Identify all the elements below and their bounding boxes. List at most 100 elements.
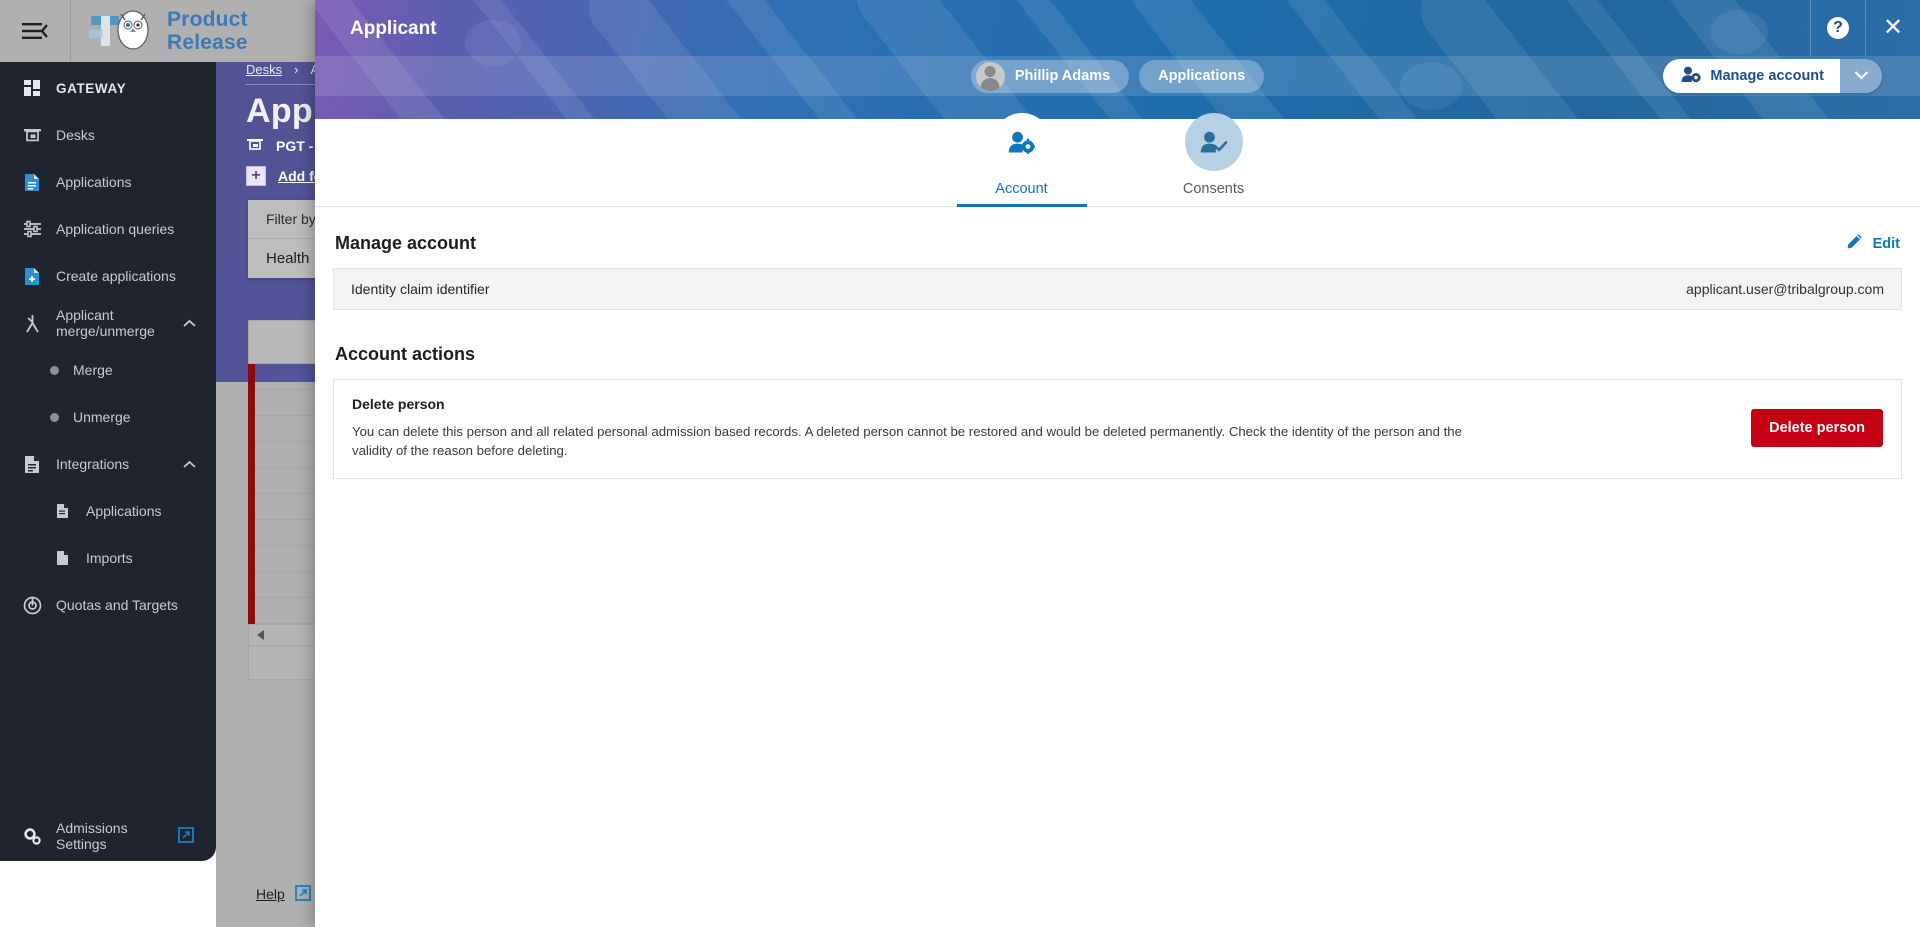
modal-header-actions: ? ✕ — [1810, 0, 1920, 56]
user-check-icon — [1184, 113, 1243, 171]
desk-subtitle: PGT - F — [246, 136, 326, 155]
sidebar-item-label: Applications — [56, 174, 132, 190]
help-button[interactable]: ? — [1810, 0, 1865, 56]
row-flag — [248, 519, 255, 546]
close-button[interactable]: ✕ — [1865, 0, 1920, 56]
person-chip[interactable]: Phillip Adams — [970, 59, 1130, 93]
brand-logo[interactable]: Product Release — [71, 6, 248, 56]
merge-icon — [22, 313, 42, 333]
desk-icon — [22, 125, 42, 145]
sidebar-item-desks[interactable]: Desks — [0, 119, 216, 151]
sidebar-item-label: Application queries — [56, 221, 175, 237]
tab-account[interactable]: Account — [956, 113, 1087, 207]
sidebar-item-imports[interactable]: Imports — [0, 542, 216, 574]
filters-icon — [22, 219, 42, 239]
tab-consents-label: Consents — [1182, 181, 1245, 197]
document-icon — [22, 172, 42, 192]
manage-account-button[interactable]: Manage account — [1663, 59, 1840, 93]
bullet-dot-icon — [50, 412, 59, 422]
sidebar-item-gateway[interactable]: GATEWAY — [0, 72, 216, 104]
manage-account-dropdown-toggle[interactable] — [1840, 59, 1882, 93]
sidebar-item-applications[interactable]: Applications — [0, 166, 216, 198]
manage-account-label: Manage account — [1710, 68, 1824, 84]
sidebar-item-integrations-applications[interactable]: Applications — [0, 495, 216, 527]
brand-line-2: Release — [167, 31, 248, 54]
row-flag — [248, 493, 255, 520]
modal-body: Manage account Edit Identity claim ident… — [315, 207, 1920, 927]
delete-person-description: You can delete this person and all relat… — [352, 424, 1462, 458]
sidebar-item-application-queries[interactable]: Application queries — [0, 213, 216, 245]
sidebar-item-applicant-merge-unmerge[interactable]: Applicant merge/unmerge — [0, 307, 216, 339]
sidebar-item-label: Merge — [73, 362, 113, 378]
brand-name: Product Release — [167, 8, 248, 54]
sidebar: GATEWAY Desks Applications Application q… — [0, 62, 216, 861]
delete-person-card: Delete person You can delete this person… — [333, 379, 1902, 480]
help-link[interactable]: Help — [256, 884, 311, 904]
breadcrumb-separator: › — [294, 62, 299, 77]
manage-account-split-button[interactable]: Manage account — [1663, 59, 1882, 93]
sidebar-item-admissions-settings[interactable]: Admissions Settings — [0, 811, 216, 861]
manage-account-header: Manage account Edit — [315, 207, 1920, 268]
applications-chip-label: Applications — [1158, 68, 1246, 84]
account-actions-header: Account actions — [315, 310, 1920, 379]
sidebar-item-quotas-and-targets[interactable]: Quotas and Targets — [0, 589, 216, 621]
avatar — [975, 61, 1005, 91]
help-circle-icon: ? — [1827, 17, 1849, 39]
modal-title: Applicant — [350, 18, 437, 39]
tab-account-label: Account — [995, 181, 1048, 197]
sidebar-item-unmerge[interactable]: Unmerge — [0, 401, 216, 433]
row-flag — [248, 363, 255, 390]
gears-icon — [22, 826, 42, 846]
section-title-account-actions: Account actions — [335, 344, 476, 364]
document-plus-icon — [22, 266, 42, 286]
add-folder-action[interactable]: + Add fo — [246, 166, 322, 186]
sidebar-item-label: Integrations — [56, 456, 130, 472]
applicant-modal: Applicant ? ✕ Phillip Adams Applications… — [315, 0, 1920, 927]
modal-header: Applicant ? ✕ Phillip Adams Applications… — [315, 0, 1920, 119]
identity-claim-label: Identity claim identifier — [351, 281, 490, 297]
sidebar-item-label: Admissions Settings — [56, 820, 128, 852]
sidebar-item-integrations[interactable]: Integrations — [0, 448, 216, 480]
sidebar-item-label: Desks — [56, 127, 95, 143]
row-flag — [248, 441, 255, 468]
document-blank-icon — [52, 548, 72, 568]
pencil-icon — [1846, 233, 1863, 254]
sidebar-item-label: Imports — [86, 550, 133, 566]
owl-logo-icon — [85, 6, 157, 56]
row-flag — [248, 389, 255, 416]
hamburger-collapse-icon[interactable] — [0, 0, 70, 62]
brand-line-1: Product — [167, 8, 248, 31]
identity-claim-row: Identity claim identifier applicant.user… — [333, 268, 1902, 310]
edit-button[interactable]: Edit — [1846, 233, 1900, 254]
sidebar-footer: Admissions Settings — [0, 811, 216, 861]
scroll-left-icon[interactable] — [257, 630, 264, 640]
external-link-icon — [178, 826, 194, 846]
modal-tabs: Account Consents — [315, 113, 1920, 207]
sidebar-item-label: Quotas and Targets — [56, 597, 178, 613]
user-gear-icon — [1681, 66, 1701, 87]
breadcrumb-desks[interactable]: Desks — [246, 62, 282, 77]
chevron-up-icon — [183, 315, 196, 331]
sidebar-item-merge[interactable]: Merge — [0, 354, 216, 386]
applications-chip[interactable]: Applications — [1139, 59, 1265, 93]
close-icon: ✕ — [1882, 14, 1904, 41]
delete-person-button[interactable]: Delete person — [1751, 409, 1883, 448]
row-flag — [248, 597, 255, 624]
user-gear-icon — [992, 113, 1051, 171]
bullet-dot-icon — [50, 365, 59, 375]
help-label: Help — [256, 886, 285, 902]
target-icon — [22, 595, 42, 615]
delete-person-title: Delete person — [352, 396, 445, 412]
sidebar-item-label: Unmerge — [73, 409, 131, 425]
desk-icon — [246, 136, 264, 155]
person-chip-label: Phillip Adams — [1014, 68, 1111, 84]
row-flag — [248, 545, 255, 572]
sidebar-item-label: Applications — [86, 503, 162, 519]
tab-consents[interactable]: Consents — [1149, 113, 1279, 207]
plus-icon: + — [246, 166, 266, 186]
app-root: Product Release Desks › App Applic PGT -… — [0, 0, 1920, 927]
chevron-down-icon — [1854, 67, 1869, 85]
sidebar-item-create-applications[interactable]: Create applications — [0, 260, 216, 292]
external-link-icon — [294, 884, 311, 904]
edit-label: Edit — [1872, 235, 1900, 252]
